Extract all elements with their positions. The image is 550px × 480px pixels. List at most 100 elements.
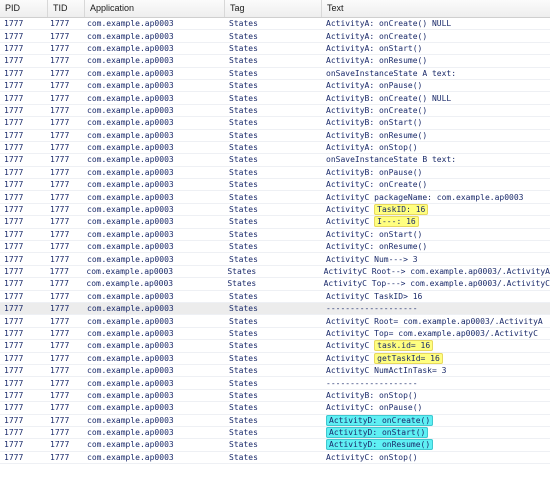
tid-cell: 1777 — [50, 43, 70, 53]
pid-cell: 1777 — [4, 118, 24, 128]
log-row[interactable]: 1777 1777 com.example.ap0003 States Activity… — [0, 402, 550, 415]
log-row[interactable]: 1777 1777 com.example.ap0003 States Activity… — [0, 291, 550, 303]
tid-cell: 1777 — [50, 242, 70, 252]
pid-cell: 1777 — [4, 43, 24, 53]
log-row[interactable]: 1777 1777 com.example.ap0003 States Activity… — [0, 92, 550, 105]
text-cell: ActivityD: onCreate() — [322, 414, 550, 426]
tag-cell: States — [229, 316, 258, 326]
log-row[interactable]: 1777 1777 com.example.ap0003 States Activity… — [0, 179, 550, 192]
text-cell: ActivityC: onPause() — [326, 403, 423, 413]
pid-cell: 1777 — [4, 192, 24, 202]
text-cell: ActivityC: onStart() — [326, 229, 423, 239]
tag-cell: States — [229, 192, 258, 202]
tag-cell: States — [229, 93, 258, 103]
column-header-tag[interactable]: Tag — [225, 0, 322, 17]
log-row[interactable]: 1777 1777 com.example.ap0003 States Activity… — [0, 117, 550, 130]
application-cell: com.example.ap0003 — [87, 328, 174, 338]
log-row[interactable]: 1777 1777 com.example.ap0003 States Activity… — [0, 241, 550, 254]
application-cell: com.example.ap0003 — [87, 68, 174, 78]
log-row[interactable]: 1777 1777 com.example.ap0003 States Activity… — [0, 191, 550, 204]
log-row[interactable]: 1777 1777 com.example.ap0003 States Activity… — [0, 43, 550, 56]
tid-cell: 1777 — [50, 81, 70, 91]
tid-cell: 1777 — [50, 205, 70, 215]
log-row[interactable]: 1777 1777 com.example.ap0003 States Activity… — [0, 427, 550, 440]
tag-cell: States — [229, 378, 258, 388]
application-cell: com.example.ap0003 — [87, 229, 174, 239]
pid-cell: 1777 — [4, 328, 24, 338]
pid-cell: 1777 — [4, 167, 24, 177]
tid-cell: 1777 — [50, 167, 70, 177]
log-row[interactable]: 1777 1777 com.example.ap0003 States Activity… — [0, 30, 550, 43]
log-row[interactable]: 1777 1777 com.example.ap0003 States Activity… — [0, 253, 550, 266]
log-row[interactable]: 1777 1777 com.example.ap0003 States Activity… — [0, 278, 550, 291]
tag-cell: States — [229, 353, 258, 363]
text-cell: ActivityC Num---> 3 — [326, 254, 418, 264]
text-prefix: ActivityC — [326, 217, 375, 227]
log-row[interactable]: 1777 1777 com.example.ap0003 States --------… — [0, 302, 550, 316]
text-cell: ActivityC NumActInTask= 3 — [326, 366, 447, 376]
log-row[interactable]: 1777 1777 com.example.ap0003 States Activity… — [0, 142, 550, 155]
tid-cell: 1777 — [50, 316, 70, 326]
pid-cell: 1777 — [4, 81, 24, 91]
tag-cell: States — [229, 390, 258, 400]
log-rows: 1777 1777 com.example.ap0003 States Activity… — [0, 18, 550, 465]
text-cell: ActivityA: onCreate() NULL — [326, 19, 452, 29]
log-row[interactable]: 1777 1777 com.example.ap0003 States Activity… — [0, 390, 550, 403]
text-cell: ActivityC Top---> com.example.ap0003/.Ac… — [323, 279, 550, 289]
pid-cell: 1777 — [4, 68, 24, 78]
log-row[interactable]: 1777 1777 com.example.ap0003 States Activity… — [0, 315, 550, 328]
log-row[interactable]: 1777 1777 com.example.ap0003 States onSaveIn… — [0, 68, 550, 80]
log-row[interactable]: 1777 1777 com.example.ap0003 States Activity… — [0, 352, 550, 365]
application-cell: com.example.ap0003 — [87, 452, 174, 462]
log-row[interactable]: 1777 1777 com.example.ap0003 States Activity… — [0, 340, 550, 353]
log-row[interactable]: 1777 1777 com.example.ap0003 States Activity… — [0, 105, 550, 118]
log-row[interactable]: 1777 1777 com.example.ap0003 States Activity… — [0, 55, 550, 68]
application-cell: com.example.ap0003 — [87, 415, 174, 425]
text-cell: ActivityA: onCreate() — [326, 31, 428, 41]
column-header-text[interactable]: Text — [322, 0, 550, 17]
log-row[interactable]: 1777 1777 com.example.ap0003 States Activity… — [0, 130, 550, 142]
log-row[interactable]: 1777 1777 com.example.ap0003 States Activity… — [0, 204, 550, 217]
log-row[interactable]: 1777 1777 com.example.ap0003 States Activity… — [0, 18, 550, 31]
tag-cell: States — [229, 130, 258, 140]
application-cell: com.example.ap0003 — [87, 167, 174, 177]
log-row[interactable]: 1777 1777 com.example.ap0003 States Activity… — [0, 452, 550, 465]
tag-cell: States — [229, 143, 258, 153]
text-cell: ActivityB: onPause() — [326, 167, 423, 177]
log-row[interactable]: 1777 1777 com.example.ap0003 States --------… — [0, 377, 550, 390]
log-row[interactable]: 1777 1777 com.example.ap0003 States Activity… — [0, 365, 550, 378]
log-row[interactable]: 1777 1777 com.example.ap0003 States onSaveIn… — [0, 154, 550, 167]
tid-cell: 1777 — [50, 428, 70, 438]
text-cell: ActivityC: onStop() — [326, 452, 418, 462]
log-row[interactable]: 1777 1777 com.example.ap0003 States Activity… — [0, 328, 550, 341]
application-cell: com.example.ap0003 — [87, 254, 174, 264]
pid-cell: 1777 — [4, 279, 24, 289]
tid-cell: 1777 — [50, 390, 70, 400]
application-cell: com.example.ap0003 — [87, 316, 174, 326]
log-row[interactable]: 1777 1777 com.example.ap0003 States Activity… — [0, 439, 550, 452]
text-cell: ActivityB: onCreate() — [326, 105, 428, 115]
pid-cell: 1777 — [4, 93, 24, 103]
text-cell: ActivityC: onCreate() — [326, 180, 428, 190]
column-header-application[interactable]: Application — [85, 0, 225, 17]
log-row[interactable]: 1777 1777 com.example.ap0003 States Activity… — [0, 414, 550, 427]
application-cell: com.example.ap0003 — [86, 267, 174, 276]
log-row[interactable]: 1777 1777 com.example.ap0003 States Activity… — [0, 167, 550, 180]
tid-cell: 1777 — [50, 378, 70, 388]
highlighted-text: I---: 16 — [374, 216, 419, 228]
log-row[interactable]: 1777 1777 com.example.ap0003 States Activity… — [0, 229, 550, 242]
log-row[interactable]: 1777 1777 com.example.ap0003 States Activity… — [0, 266, 550, 279]
text-cell: ActivityA: onStop() — [326, 143, 418, 153]
application-cell: com.example.ap0003 — [87, 378, 174, 388]
text-cell: ActivityC I---: 16 — [322, 216, 550, 228]
log-row[interactable]: 1777 1777 com.example.ap0003 States Activity… — [0, 80, 550, 93]
column-header-pid[interactable]: PID — [0, 0, 48, 17]
log-row[interactable]: 1777 1777 com.example.ap0003 States Activity… — [0, 216, 550, 229]
application-cell: com.example.ap0003 — [87, 440, 174, 450]
tid-cell: 1777 — [49, 267, 69, 276]
column-header-tid[interactable]: TID — [48, 0, 85, 17]
tag-cell: States — [229, 31, 258, 41]
tid-cell: 1777 — [49, 279, 69, 289]
application-cell: com.example.ap0003 — [87, 105, 174, 115]
tag-cell: States — [229, 415, 258, 425]
